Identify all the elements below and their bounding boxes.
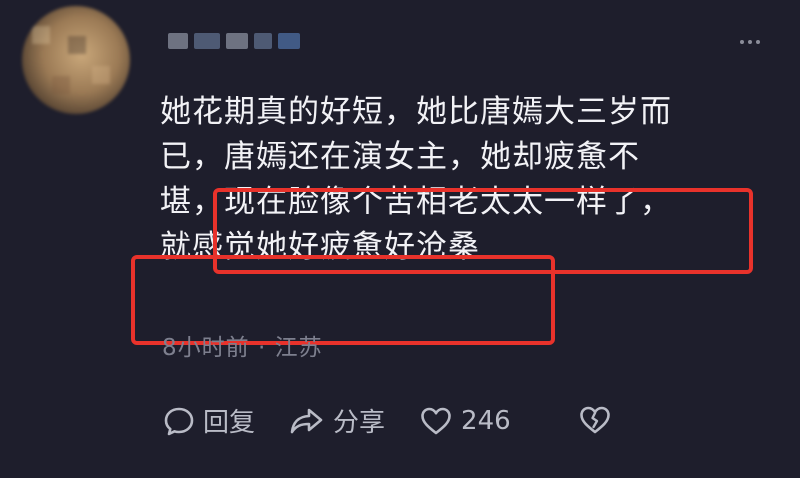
comment-screen: 她花期真的好短，她比唐嫣大三岁而 已，唐嫣还在演女主，她却疲惫不 堪，现在脸像个… [0,0,800,478]
username-blurred[interactable] [168,30,306,52]
heart-icon [421,407,451,434]
comment-text: 她花期真的好短，她比唐嫣大三岁而 已，唐嫣还在演女主，她却疲惫不 堪，现在脸像个… [160,90,760,270]
more-dots-icon[interactable] [740,40,760,44]
comment-line: 堪，现在脸像个苦相老太太一样了， [160,184,672,220]
action-bar: 回复 分享 246 [163,402,545,439]
username-pixel-block [194,33,220,49]
comment-line: 就感觉她好疲惫好沧桑 [160,229,480,265]
username-pixel-block [278,33,300,49]
like-button[interactable]: 246 [419,405,511,437]
comment-line: 她花期真的好短，她比唐嫣大三岁而 [160,94,672,130]
username-pixel-block [168,33,188,49]
like-count: 246 [461,405,511,436]
reply-bubble-icon [164,407,194,435]
avatar[interactable] [22,6,130,114]
share-label: 分享 [333,408,386,438]
reply-label: 回复 [203,408,256,438]
dislike-button[interactable] [578,404,612,440]
meta-separator: · [257,335,267,361]
comment-time: 8小时前 [162,335,250,361]
username-pixel-block [254,33,272,49]
comment-line: 已，唐嫣还在演女主，她却疲惫不 [160,139,640,175]
share-arrow-icon [290,408,323,433]
comment-location: 江苏 [274,335,323,361]
reply-button[interactable]: 回复 [163,402,255,439]
username-pixel-block [226,33,248,49]
share-button[interactable]: 分享 [289,402,385,439]
broken-heart-icon [580,406,610,434]
comment-meta: 8小时前 · 江苏 [162,328,323,362]
